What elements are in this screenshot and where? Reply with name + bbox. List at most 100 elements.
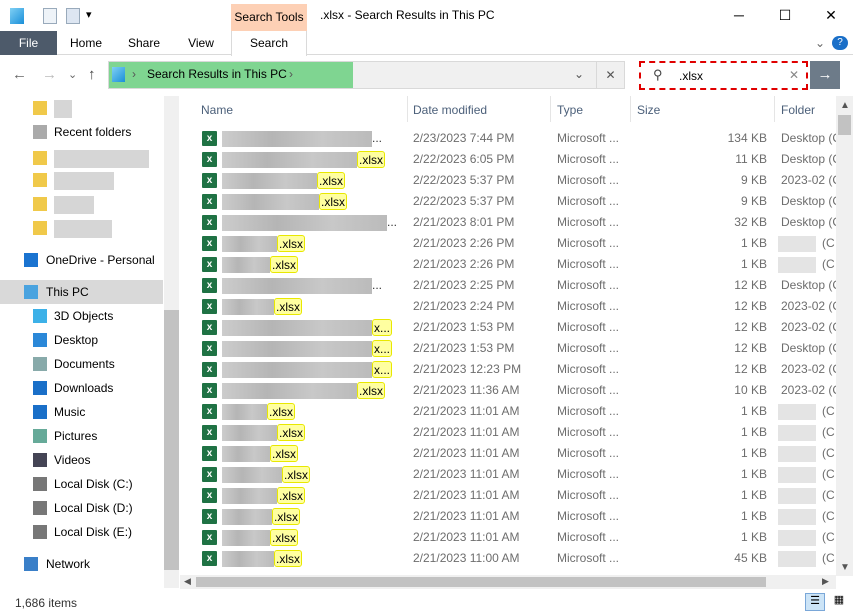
folder-redacted [778,425,816,441]
table-row[interactable]: x ... 2/23/2023 7:44 PM Microsoft ... 13… [196,128,841,149]
tab-search[interactable]: Search [231,31,307,56]
details-view-button[interactable]: ☰ [805,593,825,611]
sidebar-item[interactable]: This PC [0,280,163,304]
sidebar-item[interactable]: Recent folders [0,120,163,144]
table-row[interactable]: x .xlsx 2/21/2023 11:01 AM Microsoft ...… [196,464,835,485]
table-row[interactable]: x .xlsx 2/21/2023 11:01 AM Microsoft ...… [196,506,835,527]
breadcrumb-chevron-icon[interactable]: › [289,67,293,81]
table-row[interactable]: x .xlsx 2/21/2023 11:01 AM Microsoft ...… [196,401,835,422]
sidebar-item[interactable]: Documents [0,352,163,376]
sidebar-item[interactable]: Downloads [0,376,163,400]
excel-file-icon: x [202,278,217,293]
date-modified: 2/23/2023 7:44 PM [413,131,515,145]
column-header-name[interactable]: Name [201,100,233,120]
sidebar-scrollbar-thumb[interactable] [164,310,179,570]
table-row[interactable]: x .xlsx 2/21/2023 11:36 AM Microsoft ...… [196,380,841,401]
sidebar-item[interactable] [0,216,163,240]
sidebar-item[interactable]: Music [0,400,163,424]
column-divider[interactable] [630,96,631,122]
table-row[interactable]: x x... 2/21/2023 1:53 PM Microsoft ... 1… [196,338,841,359]
table-row[interactable]: x .xlsx 2/21/2023 11:01 AM Microsoft ...… [196,485,835,506]
file-list-scrollbar[interactable] [836,96,853,576]
folder-redacted [778,488,816,504]
table-row[interactable]: x x... 2/21/2023 1:53 PM Microsoft ... 1… [196,317,841,338]
column-divider[interactable] [774,96,775,122]
date-modified: 2/21/2023 11:01 AM [413,488,520,502]
table-row[interactable]: x .xlsx 2/21/2023 2:24 PM Microsoft ... … [196,296,841,317]
column-header-size[interactable]: Size [637,100,660,120]
column-divider[interactable] [550,96,551,122]
table-row[interactable]: x .xlsx 2/21/2023 11:01 AM Microsoft ...… [196,443,835,464]
table-row[interactable]: x ... 2/21/2023 8:01 PM Microsoft ... 32… [196,212,841,233]
search-input[interactable]: .xlsx [679,69,703,83]
column-divider[interactable] [407,96,408,122]
table-row[interactable]: x .xlsx 2/21/2023 11:00 AM Microsoft ...… [196,548,835,569]
sidebar-item[interactable]: Pictures [0,424,163,448]
maximize-button[interactable]: ☐ [762,0,808,30]
table-row[interactable]: x .xlsx 2/22/2023 6:05 PM Microsoft ... … [196,149,841,170]
new-folder-icon[interactable] [66,8,80,24]
forward-button[interactable]: → [42,66,57,83]
column-header-folder[interactable]: Folder [781,100,815,120]
minimize-button[interactable]: ─ [716,0,762,30]
back-button[interactable]: ← [12,66,27,83]
tab-share[interactable]: Share [118,31,170,55]
sidebar-item[interactable]: Local Disk (C:) [0,472,163,496]
table-row[interactable]: x ... 2/21/2023 2:25 PM Microsoft ... 12… [196,275,841,296]
sidebar-item[interactable]: Local Disk (D:) [0,496,163,520]
file-type: Microsoft ... [557,299,620,313]
clear-search-results-button[interactable]: ✕ [596,61,625,89]
sidebar-item[interactable]: OneDrive - Personal [0,248,163,272]
tab-view[interactable]: View [176,31,226,55]
date-modified: 2/21/2023 11:01 AM [413,467,520,481]
help-icon[interactable]: ? [832,36,848,50]
tab-file[interactable]: File [0,31,57,55]
expand-ribbon-icon[interactable]: ⌄ [812,31,828,55]
scroll-right-arrow-icon[interactable]: ▶ [822,576,829,587]
table-row[interactable]: x .xlsx 2/21/2023 2:26 PM Microsoft ... … [196,233,835,254]
column-header-type[interactable]: Type [557,100,583,120]
table-row[interactable]: x .xlsx 2/21/2023 11:01 AM Microsoft ...… [196,527,835,548]
file-type: Microsoft ... [557,131,620,145]
sidebar-item[interactable]: Local Disk (E:) [0,520,163,544]
table-row[interactable]: x x... 2/21/2023 12:23 PM Microsoft ... … [196,359,841,380]
table-row[interactable]: x .xlsx 2/22/2023 5:37 PM Microsoft ... … [196,170,841,191]
scroll-up-arrow-icon[interactable]: ▲ [840,100,850,111]
file-name-redacted [222,257,270,273]
folder: Desktop (C [781,194,842,208]
scroll-down-arrow-icon[interactable]: ▼ [840,562,850,573]
date-modified: 2/21/2023 2:25 PM [413,278,515,292]
scroll-left-arrow-icon[interactable]: ◀ [184,576,191,587]
sidebar-item[interactable]: Videos [0,448,163,472]
sidebar-item[interactable]: 3D Objects [0,304,163,328]
column-header-date[interactable]: Date modified [413,100,487,120]
sidebar-item[interactable] [0,146,163,170]
tab-home[interactable]: Home [60,31,112,55]
sidebar-item[interactable] [0,192,163,216]
excel-file-icon: x [202,320,217,335]
sidebar-item[interactable] [0,96,163,120]
table-row[interactable]: x .xlsx 2/21/2023 2:26 PM Microsoft ... … [196,254,835,275]
up-button[interactable]: ↑ [88,66,96,83]
file-name-suffix: x... [372,340,393,357]
sidebar-item[interactable]: Network [0,552,163,576]
file-list-scrollbar-thumb[interactable] [838,115,851,135]
customize-toolbar-icon[interactable]: ▾ [86,8,92,21]
large-icons-view-button[interactable]: ▦ [829,593,849,611]
address-dropdown-button[interactable]: ⌄ [574,67,584,81]
table-row[interactable]: x .xlsx 2/21/2023 11:01 AM Microsoft ...… [196,422,835,443]
sidebar-item[interactable] [0,168,163,192]
search-go-button[interactable]: → [810,61,840,89]
table-row[interactable]: x .xlsx 2/22/2023 5:37 PM Microsoft ... … [196,191,841,212]
recent-locations-button[interactable]: ⌄ [68,68,77,81]
breadcrumb[interactable]: Search Results in This PC [147,67,287,81]
close-button[interactable]: ✕ [808,0,853,30]
properties-icon[interactable] [43,8,57,24]
address-bar[interactable]: › Search Results in This PC › ⌄ [108,61,625,89]
file-name-redacted [222,278,372,294]
file-name-redacted [222,215,387,231]
sidebar-item[interactable]: Desktop [0,328,163,352]
horizontal-scrollbar-thumb[interactable] [196,577,766,587]
search-box[interactable]: ⚲ .xlsx ✕ [639,61,808,90]
search-clear-button[interactable]: ✕ [789,68,799,82]
